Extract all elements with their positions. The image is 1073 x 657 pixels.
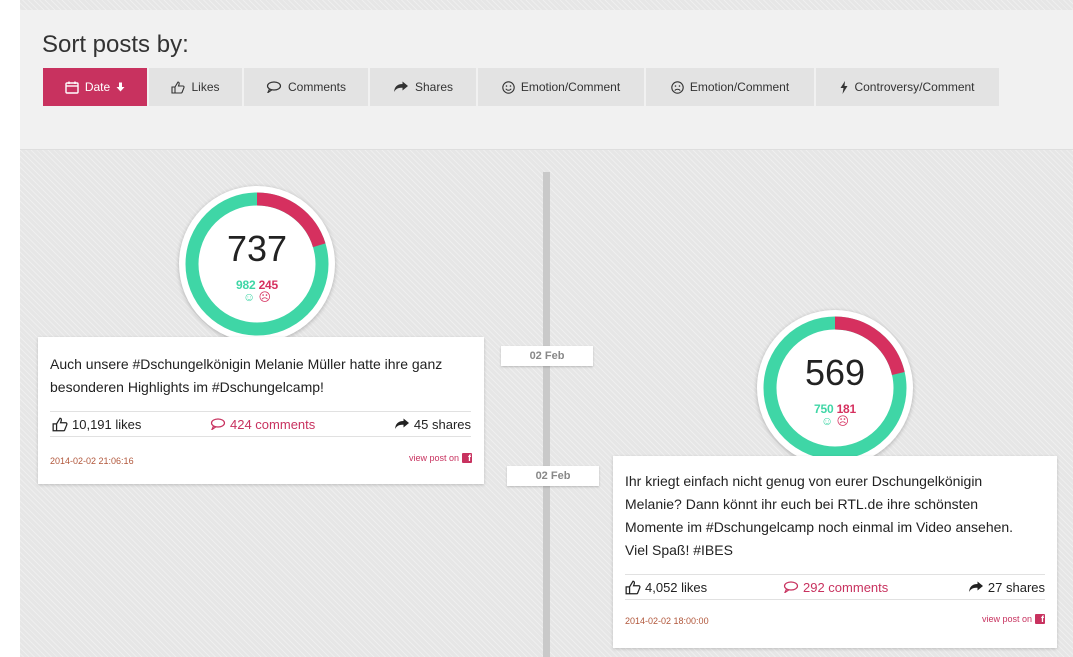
post-score-badge: 569 750 181 ☺ ☹ — [757, 310, 913, 466]
view-post-label: view post on — [408, 453, 459, 463]
view-post-link[interactable]: view post on f — [982, 614, 1045, 624]
shares-stat: 45 shares — [394, 417, 471, 432]
calendar-icon — [65, 81, 79, 94]
shares-stat: 27 shares — [968, 580, 1045, 595]
thumbs-up-icon — [171, 80, 186, 94]
sort-comments-button[interactable]: Comments — [244, 68, 368, 106]
sort-emotion-negative-button[interactable]: Emotion/Comment — [646, 68, 814, 106]
post-text-line: Momente im #Dschungelcamp noch einmal im… — [625, 519, 1014, 535]
post-score: 737 — [226, 228, 288, 269]
left-gutter — [0, 0, 20, 657]
shares-count: 27 shares — [987, 579, 1045, 595]
sort-date-label: Date — [84, 80, 111, 94]
smile-icon — [502, 80, 515, 94]
sort-title: Sort posts by: — [42, 31, 189, 58]
sort-comments-label: Comments — [287, 80, 346, 94]
post-card: Ihr kriegt einfach nicht genug von eurer… — [613, 456, 1057, 648]
sort-date-button[interactable]: Date — [43, 68, 147, 106]
thumbs-up-icon — [625, 580, 641, 594]
sentiment-faces: ☺ ☹ — [757, 414, 913, 428]
view-post-link[interactable]: view post on f — [409, 453, 472, 463]
post-score-badge: 737 982 245 ☺ ☹ — [179, 186, 335, 342]
lightning-icon — [840, 80, 848, 94]
sort-toolbar: Date Likes Comments Shares Emotion/Comme… — [43, 68, 1001, 106]
sort-likes-button[interactable]: Likes — [149, 68, 242, 106]
share-arrow-icon — [393, 81, 408, 92]
comments-count: 424 comments — [230, 416, 316, 432]
post-timestamp: 2014-02-02 18:00:00 — [625, 616, 709, 626]
comment-icon — [783, 581, 799, 593]
thumbs-up-icon — [52, 417, 68, 431]
post-text-line: Melanie? Dann könnt ihr euch bei RTL.de … — [625, 496, 979, 512]
smile-icon: ☺ — [242, 290, 256, 304]
timeline-line — [543, 172, 550, 657]
sort-likes-label: Likes — [191, 80, 220, 94]
sort-controversy-button[interactable]: Controversy/Comment — [816, 68, 999, 106]
frown-icon: ☹ — [258, 290, 272, 304]
sort-shares-button[interactable]: Shares — [370, 68, 476, 106]
sort-header: Sort posts by: Date Likes Comments Share… — [20, 10, 1073, 150]
likes-stat: 4,052 likes — [625, 580, 707, 595]
sort-controversy-label: Controversy/Comment — [854, 80, 975, 94]
sort-shares-label: Shares — [414, 80, 454, 94]
facebook-icon: f — [462, 453, 472, 463]
post-text-line: Viel Spaß! #IBES — [625, 542, 733, 558]
frown-icon: ☹ — [836, 414, 850, 428]
comment-icon — [266, 81, 282, 93]
sort-emotion-positive-label: Emotion/Comment — [520, 80, 621, 94]
share-arrow-icon — [394, 418, 409, 429]
sort-emotion-positive-button[interactable]: Emotion/Comment — [478, 68, 644, 106]
comments-count: 292 comments — [803, 579, 889, 595]
likes-count: 4,052 likes — [645, 579, 708, 595]
timeline-date-tag: 02 Feb — [507, 466, 599, 486]
view-post-label: view post on — [981, 614, 1032, 624]
comment-icon — [210, 418, 226, 430]
facebook-icon: f — [1035, 614, 1045, 624]
comments-link[interactable]: 292 comments — [783, 580, 888, 595]
post-stats: 10,191 likes 424 comments 45 shares — [50, 411, 471, 437]
smile-icon: ☺ — [820, 414, 834, 428]
shares-count: 45 shares — [413, 416, 471, 432]
post-text: Auch unsere #Dschungelkönigin Melanie Mü… — [50, 353, 475, 399]
arrow-down-icon — [116, 82, 125, 92]
frown-icon — [671, 80, 684, 94]
likes-count: 10,191 likes — [72, 416, 142, 432]
post-text-line: Auch unsere #Dschungelkönigin Melanie Mü… — [50, 356, 443, 372]
timeline-date-tag: 02 Feb — [501, 346, 593, 366]
likes-stat: 10,191 likes — [52, 417, 141, 432]
post-text-line: Ihr kriegt einfach nicht genug von eurer… — [625, 473, 983, 489]
share-arrow-icon — [968, 581, 983, 592]
sort-emotion-negative-label: Emotion/Comment — [689, 80, 790, 94]
post-stats: 4,052 likes 292 comments 27 shares — [625, 574, 1045, 600]
sentiment-faces: ☺ ☹ — [179, 290, 335, 304]
post-text-line: besonderen Highlights im #Dschungelcamp! — [50, 379, 324, 395]
post-text: Ihr kriegt einfach nicht genug von eurer… — [625, 470, 1049, 562]
post-timestamp: 2014-02-02 21:06:16 — [50, 456, 134, 466]
post-card: Auch unsere #Dschungelkönigin Melanie Mü… — [38, 337, 484, 484]
post-score: 569 — [804, 352, 866, 393]
comments-link[interactable]: 424 comments — [210, 417, 315, 432]
